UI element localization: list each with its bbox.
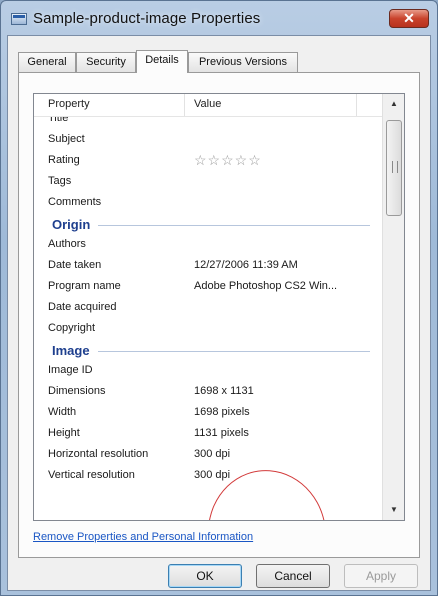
property-row[interactable]: Horizontal resolution 300 dpi [34,444,382,465]
property-name: Rating [48,154,80,166]
property-row[interactable]: Tags [34,171,382,192]
window-title: Sample-product-image Properties [33,10,261,27]
property-name: Date taken [48,259,102,271]
property-row[interactable]: Authors [34,234,382,255]
property-value[interactable]: 1131 pixels [194,427,249,439]
rating-stars-icon[interactable]: ☆☆☆☆☆ [194,152,262,169]
tab-details[interactable]: Details [136,50,188,73]
remove-properties-link[interactable]: Remove Properties and Personal Informati… [33,531,253,543]
property-name: Comments [48,196,102,208]
property-value[interactable]: 300 dpi [194,469,230,481]
section-header-image: Image [34,339,382,360]
property-name: Height [48,427,80,439]
cancel-button[interactable]: Cancel [256,564,330,588]
section-divider [98,351,370,352]
property-name: Program name [48,280,121,292]
section-title: Image [52,343,90,358]
property-value[interactable]: 300 dpi [194,448,230,460]
property-row[interactable]: Comments [34,192,382,213]
property-row[interactable]: Rating ☆☆☆☆☆ [34,150,382,171]
property-name: Image ID [48,364,93,376]
property-row[interactable]: Date acquired [34,297,382,318]
scrollbar-thumb[interactable] [386,120,402,216]
scroll-down-arrow-icon[interactable]: ▼ [386,502,402,518]
details-panel: Title Subject Rating ☆☆☆☆☆ Tags Comments Origi… [18,72,420,558]
property-value[interactable]: 1698 pixels [194,406,250,418]
property-list[interactable]: Title Subject Rating ☆☆☆☆☆ Tags Comments Origi… [33,93,405,521]
section-title: Origin [52,217,91,232]
property-row[interactable]: Copyright [34,318,382,339]
column-separator[interactable] [184,94,185,116]
property-name: Width [48,406,77,418]
property-name: Authors [48,238,86,250]
property-row[interactable]: Subject [34,129,382,150]
property-row[interactable]: Height 1131 pixels [34,423,382,444]
property-row[interactable]: Vertical resolution 300 dpi [34,465,382,486]
vertical-scrollbar[interactable]: ▲ ▼ [382,94,404,520]
property-rows: Title Subject Rating ☆☆☆☆☆ Tags Comments Origi… [34,108,382,486]
tab-previous-versions[interactable]: Previous Versions [188,52,298,72]
property-value[interactable]: 1698 x 1131 [194,385,254,397]
property-value[interactable]: 12/27/2006 11:39 AM [194,259,298,271]
property-row[interactable]: Dimensions 1698 x 1131 [34,381,382,402]
property-row[interactable]: Image ID [34,360,382,381]
grip-icon [392,161,398,173]
column-header-value[interactable]: Value [194,98,221,110]
title-bar[interactable]: Sample-product-image Properties ✕ [1,1,437,35]
tab-security[interactable]: Security [76,52,136,72]
property-value[interactable]: Adobe Photoshop CS2 Win... [194,280,337,292]
property-row[interactable]: Program name Adobe Photoshop CS2 Win... [34,276,382,297]
scroll-up-arrow-icon[interactable]: ▲ [386,96,402,112]
tab-general[interactable]: General [18,52,76,72]
property-name: Horizontal resolution [48,448,149,460]
property-name: Dimensions [48,385,106,397]
ok-button[interactable]: OK [168,564,242,588]
close-button[interactable]: ✕ [389,9,429,28]
property-row[interactable]: Width 1698 pixels [34,402,382,423]
section-header-origin: Origin [34,213,382,234]
property-name: Vertical resolution [48,469,135,481]
window-icon [11,13,27,25]
property-name: Subject [48,133,85,145]
property-name: Copyright [48,322,96,334]
property-name: Tags [48,175,72,187]
properties-window: Sample-product-image Properties ✕ Genera… [0,0,438,596]
dialog-body: General Security Details Previous Versio… [7,35,431,591]
property-row[interactable]: Date taken 12/27/2006 11:39 AM [34,255,382,276]
section-divider [98,225,370,226]
column-separator[interactable] [356,94,357,116]
apply-button: Apply [344,564,418,588]
list-header: Property Value [34,94,382,117]
property-name: Date acquired [48,301,117,313]
column-header-property[interactable]: Property [48,98,90,110]
